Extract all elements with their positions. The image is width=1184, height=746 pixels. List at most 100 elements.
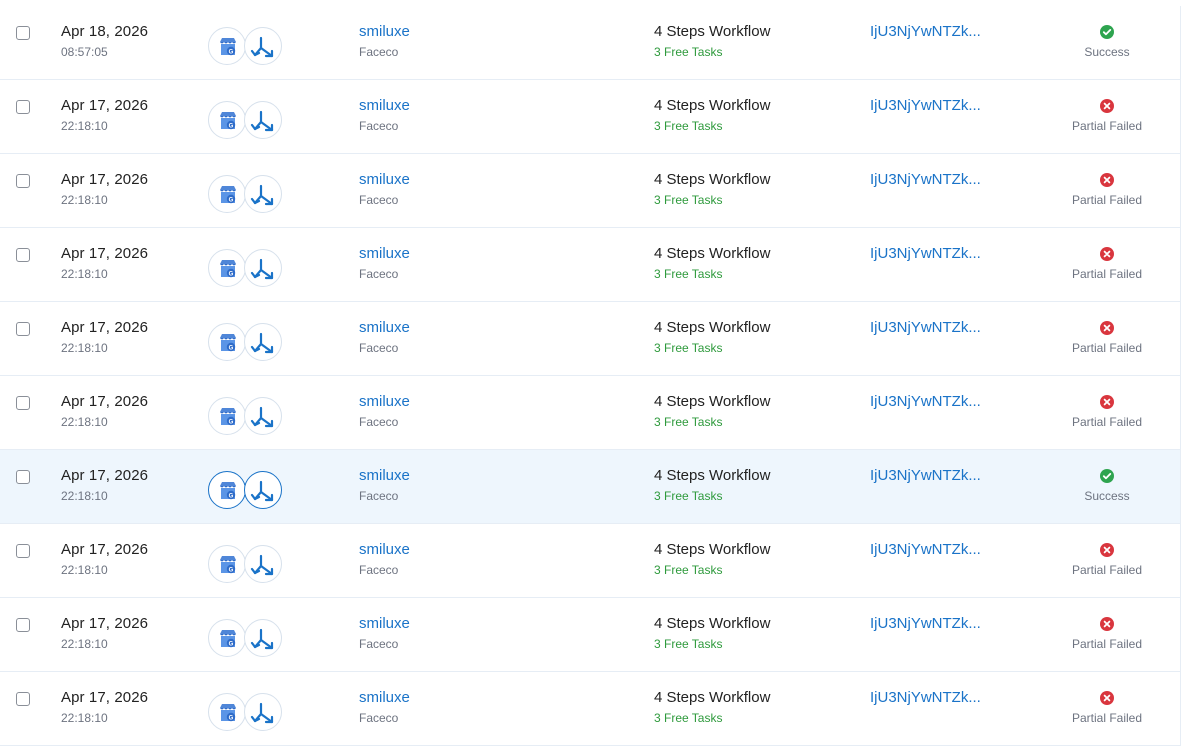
table-row[interactable]: Apr 18, 2026 08:57:05 G smiluxe Faceco 4… (0, 6, 1180, 80)
split-arrows-icon (244, 249, 282, 287)
app-icons[interactable]: G (208, 27, 284, 67)
split-arrows-icon (244, 323, 282, 361)
run-date: Apr 17, 2026 (61, 171, 149, 188)
execution-id-link[interactable]: IjU3NjYwNTZk... (870, 97, 981, 114)
account-name-link[interactable]: smiluxe (359, 467, 410, 484)
row-checkbox[interactable] (16, 618, 30, 632)
row-checkbox[interactable] (16, 470, 30, 484)
workflow-label: 4 Steps Workflow (654, 393, 771, 410)
table-row[interactable]: Apr 17, 2026 22:18:10 G smiluxe Faceco 4… (0, 524, 1180, 598)
svg-text:G: G (229, 493, 234, 499)
run-date: Apr 17, 2026 (61, 541, 149, 558)
table-row[interactable]: Apr 17, 2026 22:18:10 G smiluxe Faceco 4… (0, 154, 1180, 228)
execution-id-link[interactable]: IjU3NjYwNTZk... (870, 319, 981, 336)
row-checkbox[interactable] (16, 396, 30, 410)
google-my-business-icon: G (208, 27, 246, 65)
google-my-business-icon: G (208, 397, 246, 435)
status-label: Partial Failed (1071, 563, 1143, 577)
table-row[interactable]: Apr 17, 2026 22:18:10 G smiluxe Faceco 4… (0, 302, 1180, 376)
svg-text:G: G (229, 345, 234, 351)
svg-text:G: G (229, 715, 234, 721)
execution-id-link[interactable]: IjU3NjYwNTZk... (870, 689, 981, 706)
run-time: 22:18:10 (61, 119, 108, 133)
row-checkbox[interactable] (16, 174, 30, 188)
workflow-label: 4 Steps Workflow (654, 467, 771, 484)
run-time: 22:18:10 (61, 267, 108, 281)
account-name-link[interactable]: smiluxe (359, 689, 410, 706)
status-label: Partial Failed (1071, 119, 1143, 133)
run-date: Apr 17, 2026 (61, 245, 149, 262)
table-row[interactable]: Apr 17, 2026 22:18:10 G smiluxe Faceco 4… (0, 228, 1180, 302)
google-my-business-icon: G (208, 693, 246, 731)
row-checkbox[interactable] (16, 100, 30, 114)
status-label: Partial Failed (1071, 267, 1143, 281)
row-checkbox[interactable] (16, 322, 30, 336)
execution-id-link[interactable]: IjU3NjYwNTZk... (870, 393, 981, 410)
execution-id-link[interactable]: IjU3NjYwNTZk... (870, 467, 981, 484)
run-time: 08:57:05 (61, 45, 108, 59)
row-checkbox[interactable] (16, 692, 30, 706)
status-label: Partial Failed (1071, 415, 1143, 429)
account-name-link[interactable]: smiluxe (359, 393, 410, 410)
failed-x-icon (1100, 247, 1114, 261)
account-name-link[interactable]: smiluxe (359, 245, 410, 262)
google-my-business-icon: G (208, 619, 246, 657)
tasks-count: 3 Free Tasks (654, 267, 723, 281)
account-name-link[interactable]: smiluxe (359, 97, 410, 114)
execution-id-link[interactable]: IjU3NjYwNTZk... (870, 541, 981, 558)
account-name-link[interactable]: smiluxe (359, 615, 410, 632)
app-icons[interactable]: G (208, 545, 284, 585)
app-icons[interactable]: G (208, 619, 284, 659)
tasks-count: 3 Free Tasks (654, 193, 723, 207)
svg-text:G: G (229, 271, 234, 277)
google-my-business-icon: G (208, 175, 246, 213)
status-cell: Partial Failed (1047, 99, 1167, 133)
status-cell: Success (1047, 25, 1167, 59)
account-name-link[interactable]: smiluxe (359, 541, 410, 558)
account-org: Faceco (359, 711, 399, 725)
svg-text:G: G (229, 419, 234, 425)
account-org: Faceco (359, 341, 399, 355)
google-my-business-icon: G (208, 471, 246, 509)
tasks-count: 3 Free Tasks (654, 489, 723, 503)
run-date: Apr 17, 2026 (61, 97, 149, 114)
workflow-label: 4 Steps Workflow (654, 245, 771, 262)
app-icons[interactable]: G (208, 693, 284, 733)
table-row[interactable]: Apr 17, 2026 22:18:10 G smiluxe Faceco 4… (0, 450, 1180, 524)
app-icons[interactable]: G (208, 249, 284, 289)
table-row[interactable]: Apr 17, 2026 22:18:10 G smiluxe Faceco 4… (0, 672, 1180, 746)
execution-id-link[interactable]: IjU3NjYwNTZk... (870, 23, 981, 40)
tasks-count: 3 Free Tasks (654, 415, 723, 429)
account-name-link[interactable]: smiluxe (359, 171, 410, 188)
row-checkbox[interactable] (16, 544, 30, 558)
row-checkbox[interactable] (16, 248, 30, 262)
status-label: Partial Failed (1071, 711, 1143, 725)
app-icons[interactable]: G (208, 397, 284, 437)
account-name-link[interactable]: smiluxe (359, 319, 410, 336)
row-checkbox[interactable] (16, 26, 30, 40)
table-row[interactable]: Apr 17, 2026 22:18:10 G smiluxe Faceco 4… (0, 376, 1180, 450)
table-row[interactable]: Apr 17, 2026 22:18:10 G smiluxe Faceco 4… (0, 598, 1180, 672)
account-org: Faceco (359, 637, 399, 651)
execution-id-link[interactable]: IjU3NjYwNTZk... (870, 245, 981, 262)
execution-id-link[interactable]: IjU3NjYwNTZk... (870, 171, 981, 188)
account-org: Faceco (359, 415, 399, 429)
status-label: Success (1084, 489, 1130, 503)
app-icons[interactable]: G (208, 323, 284, 363)
split-arrows-icon (244, 101, 282, 139)
execution-id-link[interactable]: IjU3NjYwNTZk... (870, 615, 981, 632)
workflow-label: 4 Steps Workflow (654, 23, 771, 40)
run-time: 22:18:10 (61, 563, 108, 577)
status-label: Partial Failed (1071, 193, 1143, 207)
app-icons[interactable]: G (208, 175, 284, 215)
tasks-count: 3 Free Tasks (654, 637, 723, 651)
status-cell: Partial Failed (1047, 543, 1167, 577)
status-label: Success (1084, 45, 1130, 59)
status-label: Partial Failed (1071, 341, 1143, 355)
failed-x-icon (1100, 691, 1114, 705)
table-row[interactable]: Apr 17, 2026 22:18:10 G smiluxe Faceco 4… (0, 80, 1180, 154)
app-icons[interactable]: G (208, 471, 284, 511)
app-icons[interactable]: G (208, 101, 284, 141)
account-org: Faceco (359, 193, 399, 207)
account-name-link[interactable]: smiluxe (359, 23, 410, 40)
